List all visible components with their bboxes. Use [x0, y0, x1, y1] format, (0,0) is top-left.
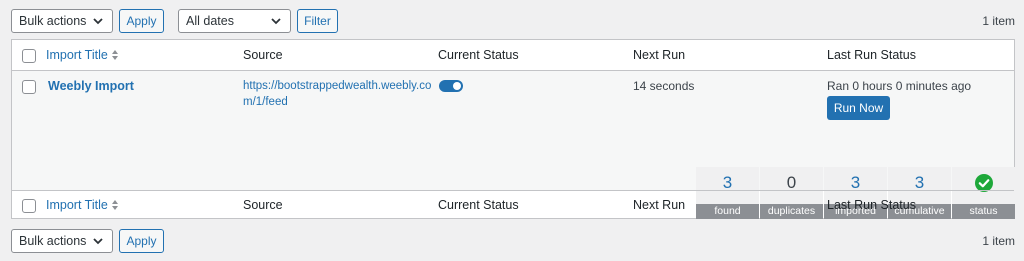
filter-button[interactable]: Filter — [297, 9, 338, 33]
stat-duplicates: 0 duplicates — [760, 167, 823, 219]
apply-button-bottom[interactable]: Apply — [119, 229, 164, 253]
column-footer-next-run: Next Run — [633, 198, 686, 212]
column-header-import-title[interactable]: Import Title — [46, 48, 108, 62]
last-run-value: Ran 0 hours 0 minutes ago — [827, 79, 972, 93]
item-count-bottom: 1 item — [982, 234, 1015, 248]
select-all-checkbox-bottom[interactable] — [22, 199, 36, 213]
sort-icon[interactable] — [111, 49, 119, 61]
select-all-checkbox-top[interactable] — [22, 49, 36, 63]
stat-status: status — [952, 167, 1015, 219]
chevron-down-icon — [93, 18, 103, 25]
apply-button-top[interactable]: Apply — [119, 9, 164, 33]
bulk-actions-label: Bulk actions — [19, 14, 87, 28]
chevron-down-icon — [271, 18, 281, 25]
next-run-value: 14 seconds — [633, 79, 695, 93]
column-header-next-run: Next Run — [633, 48, 686, 62]
stat-found-label: found — [696, 204, 759, 219]
imports-table: Import Title Source Current Status Next … — [11, 39, 1015, 219]
column-header-source: Source — [243, 48, 283, 62]
table-row: Weebly Import https://bootstrappedwealth… — [12, 71, 1015, 219]
stat-found: 3 found — [696, 167, 759, 219]
source-link[interactable]: https://bootstrappedwealth.weebly.com/1/… — [243, 78, 443, 110]
item-count-top: 1 item — [982, 14, 1015, 28]
status-toggle[interactable] — [439, 80, 463, 92]
bulk-actions-label: Bulk actions — [19, 234, 87, 248]
footer-divider — [12, 190, 1014, 191]
bulk-actions-select-top[interactable]: Bulk actions — [11, 9, 113, 33]
bulk-actions-select-bottom[interactable]: Bulk actions — [11, 229, 113, 253]
stat-duplicates-label: duplicates — [760, 204, 823, 219]
chevron-down-icon — [93, 238, 103, 245]
import-title-link[interactable]: Weebly Import — [48, 79, 134, 93]
row-checkbox[interactable] — [22, 80, 36, 94]
dates-label: All dates — [186, 14, 234, 28]
column-footer-last-run-status: Last Run Status — [827, 198, 916, 212]
run-now-button[interactable]: Run Now — [827, 96, 890, 120]
column-footer-current-status: Current Status — [438, 198, 519, 212]
column-footer-source: Source — [243, 198, 283, 212]
column-header-last-run-status: Last Run Status — [827, 48, 916, 62]
stat-status-label: status — [952, 204, 1015, 219]
dates-select[interactable]: All dates — [178, 9, 291, 33]
column-header-current-status: Current Status — [438, 48, 519, 62]
toggle-knob — [453, 82, 461, 90]
column-footer-import-title[interactable]: Import Title — [46, 198, 108, 212]
sort-icon[interactable] — [111, 199, 119, 211]
